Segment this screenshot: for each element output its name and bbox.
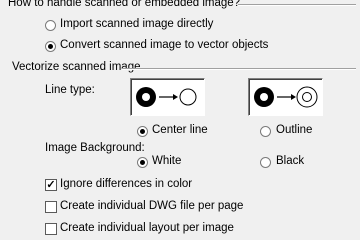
vectorize-group-line — [122, 68, 356, 70]
convert-to-vector-radio[interactable] — [45, 41, 56, 52]
individual-layout-checkbox[interactable] — [45, 223, 57, 235]
import-directly-label[interactable]: Import scanned image directly — [60, 18, 213, 30]
individual-dwg-checkbox[interactable] — [45, 201, 57, 213]
black-background-radio[interactable] — [260, 157, 271, 168]
black-background-label[interactable]: Black — [276, 155, 304, 167]
convert-to-vector-label[interactable]: Convert scanned image to vector objects — [60, 39, 268, 51]
handling-group-title: How to handle scanned or embedded image? — [8, 0, 241, 9]
individual-layout-label[interactable]: Create individual layout per image — [60, 222, 234, 234]
ignore-color-differences-label[interactable]: Ignore differences in color — [60, 178, 192, 190]
image-background-label: Image Background: — [45, 142, 145, 154]
white-background-label[interactable]: White — [152, 155, 181, 167]
handling-group-line — [238, 4, 356, 6]
line-type-label: Line type: — [45, 84, 95, 96]
ignore-color-differences-checkbox[interactable]: ✓ — [45, 179, 57, 191]
centerline-preview-icon — [136, 87, 197, 107]
outline-label[interactable]: Outline — [276, 124, 312, 136]
import-directly-radio[interactable] — [45, 20, 56, 31]
individual-dwg-label[interactable]: Create individual DWG file per page — [60, 200, 243, 212]
outline-radio[interactable] — [260, 126, 271, 137]
center-line-label[interactable]: Center line — [152, 124, 208, 136]
vectorize-group-title: Vectorize scanned image — [12, 61, 141, 73]
center-line-radio[interactable] — [137, 126, 148, 137]
outline-preview — [248, 78, 323, 116]
outline-preview-icon — [254, 86, 318, 108]
centerline-preview — [130, 78, 205, 116]
white-background-radio[interactable] — [137, 157, 148, 168]
